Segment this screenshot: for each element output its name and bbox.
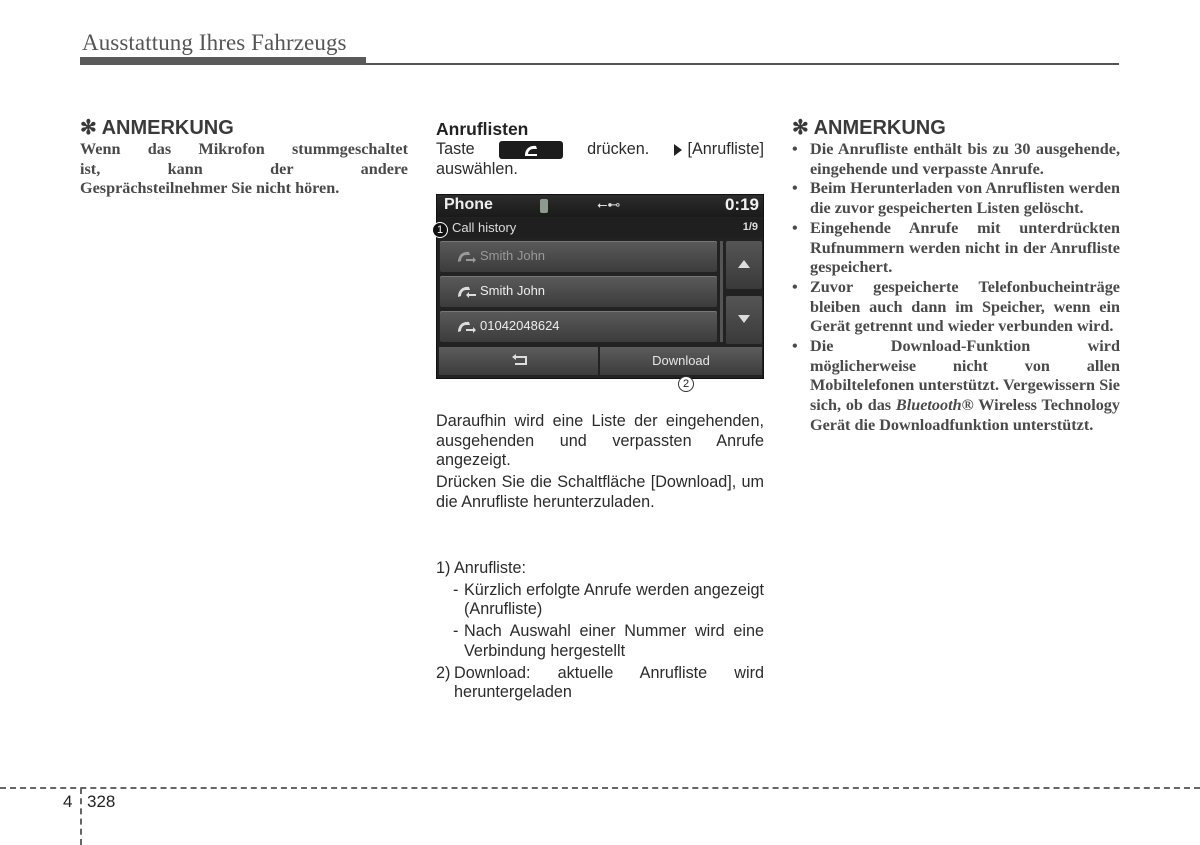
footer-divider [0,787,1200,789]
call-row[interactable]: 01042048624 [440,311,717,342]
back-button[interactable] [439,347,598,375]
phone-icon [524,145,537,156]
note-title: ✻ ANMERKUNG [792,117,946,139]
call-row-label: Smith John [480,248,546,263]
footer-vertical-divider [80,788,82,845]
bluetooth-trademark: Bluetooth® [895,396,974,415]
instruction-line2: auswählen. [436,159,518,178]
call-row[interactable]: Smith John [440,241,717,272]
outgoing-call-icon [458,321,476,333]
note-body: Wenn das Mikrofon stummgeschaltet ist, k… [80,140,408,199]
screen-status-bar: Phone ⭠⊷ 0:19 [437,195,763,217]
call-history-label: Call history [452,220,517,235]
list-text: Anrufliste: [454,559,526,577]
outgoing-call-icon [458,251,476,263]
call-row[interactable]: Smith John [440,276,717,307]
target-label: [Anrufliste] [687,140,764,158]
arrow-up-icon [738,260,750,268]
download-button[interactable]: Download [600,347,762,375]
left-note: ✻ ANMERKUNG Wenn das Mikrofon stummgesch… [80,116,408,199]
note-line: ist, kann der andere [80,159,408,178]
sub-list-item: - Nach Auswahl einer Nummer wird eine Ver… [453,622,764,660]
instruction-target: [Anrufliste] [673,140,764,160]
instruction-before: Taste [436,140,475,158]
instruction-line: Taste drücken. [Anrufliste] [436,140,764,160]
usb-icon: ⭠⊷ [597,197,621,212]
call-list-section: Anruflisten Taste drücken. [Anrufliste] … [436,116,764,179]
list-item: 1) Anrufliste: [436,559,764,579]
screen-title: Phone [444,196,493,213]
note-bullet: Die Anrufliste enthält bis zu 30 ausgehe… [792,140,1120,179]
list-number: 2) [436,663,451,682]
numbered-list: 1) Anrufliste: - Kürzlich erfolgte Anrufe… [436,559,764,703]
list-item: 2) Download: aktuelle Anrufliste wird he… [436,664,764,703]
scroll-up-button[interactable] [726,241,762,289]
callout-1: 1 [432,222,448,238]
description-paragraph: Drücken Sie die Schaltfläche [Download],… [436,473,764,511]
note-bullet: Zuvor gespeicherte Telefonbucheinträge b… [792,278,1120,337]
list-number: 1) [436,559,451,577]
right-note: ✻ ANMERKUNG Die Anrufliste enthält bis z… [792,116,1120,436]
description: Daraufhin wird eine Liste der eingehende… [436,412,764,513]
incoming-call-icon [458,286,476,298]
sub-list-text: Nach Auswahl einer Nummer wird eine Verb… [464,622,764,660]
phone-key-button [498,140,563,159]
callout-2: 2 [678,376,694,392]
phone-screen: Phone ⭠⊷ 0:19 Call history 1/9 1 Smith J… [432,194,764,392]
note-bullet: Eingehende Anrufe mit unterdrückten Rufn… [792,219,1120,278]
screen-subtitle-bar: Call history 1/9 [437,218,763,238]
screen-time: 0:19 [724,195,759,214]
scroll-down-button[interactable] [726,296,762,344]
list-scrollbar[interactable] [720,241,723,342]
section-title: Anruflisten [436,119,529,139]
note-line: Wenn das Mikrofon stummgeschaltet [80,140,408,158]
note-title: ✻ ANMERKUNG [80,117,234,139]
arrow-down-icon [738,315,750,323]
call-row-label: Smith John [480,283,546,298]
note-bullets: Die Anrufliste enthält bis zu 30 ausgehe… [792,140,1120,436]
page-number: 328 [87,792,116,811]
note-line: Gesprächsteilnehmer Sie nicht hören. [80,179,340,198]
sub-list-text: Kürzlich erfolgte Anrufe werden angezeig… [464,580,764,619]
description-paragraph: Daraufhin wird eine Liste der eingehende… [436,412,764,470]
chapter-number: 4 [63,792,73,811]
page-indicator: 1/9 [742,221,758,233]
header-title: Ausstattung Ihres Fahrzeugs [82,30,347,55]
header-rule-thin [366,63,1119,65]
header-rule-thick [80,57,366,65]
instruction-after: drücken. [587,140,650,158]
bluetooth-icon [540,199,548,213]
download-label: Download [652,353,710,368]
list-text: Download: aktuelle Anrufliste wird herun… [454,663,764,702]
arrow-right-icon [673,143,682,156]
back-icon [512,354,527,365]
note-bullet: Beim Herunterladen von Anruflisten werde… [792,179,1120,218]
call-row-label: 01042048624 [480,318,560,333]
note-bullet: Die Download-Funktion wird möglicherweis… [792,337,1120,436]
sub-list-item: - Kürzlich erfolgte Anrufe werden angezei… [453,580,764,619]
